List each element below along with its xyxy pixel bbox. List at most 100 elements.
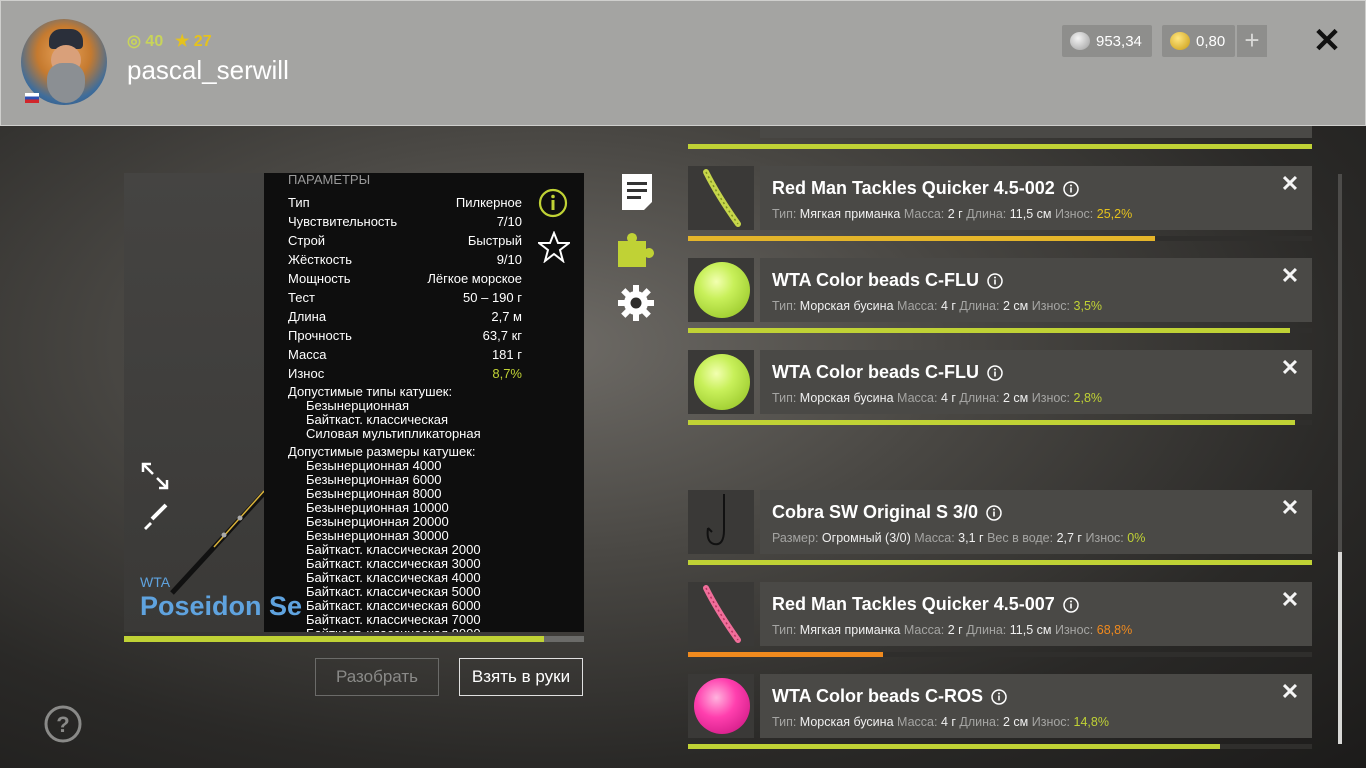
parameter-value: 63,7 кг	[482, 328, 522, 343]
property-label: Длина:	[959, 715, 1000, 729]
worm-pink-thumbnail[interactable]	[688, 582, 754, 646]
parameter-label: Тип	[288, 195, 310, 210]
expand-icon[interactable]	[140, 461, 170, 491]
bead-lime-thumbnail[interactable]	[688, 350, 754, 414]
wear-fill	[688, 560, 1312, 565]
tackle-card[interactable]: Red Man Tackles Quicker 4.5-002 Тип: Мягк…	[760, 166, 1312, 230]
bead-lime-thumbnail[interactable]	[688, 258, 754, 322]
parameter-label: Длина	[288, 309, 327, 324]
add-currency-button[interactable]: +	[1237, 25, 1267, 57]
gear-icon[interactable]	[616, 283, 656, 323]
wear-value: 14,8%	[1073, 715, 1109, 729]
wear-bar	[688, 328, 1312, 333]
parameter-label: Масса	[288, 347, 327, 362]
tackle-item[interactable]: Red Man Tackles Quicker 4.5-007 Тип: Мягк…	[688, 582, 1312, 664]
reel-size-item: Безынерционная 4000	[306, 458, 442, 473]
tackle-item[interactable]: WTA Color beads C-FLU Тип: Морская бусина…	[688, 350, 1312, 432]
remove-icon[interactable]: ✕	[1280, 497, 1300, 519]
info-icon[interactable]	[991, 688, 1007, 705]
scrollbar-thumb[interactable]	[1338, 552, 1342, 744]
wear-fill	[688, 744, 1220, 749]
tackle-name: Red Man Tackles Quicker 4.5-002	[772, 178, 1055, 198]
document-icon[interactable]	[620, 172, 654, 212]
puzzle-icon[interactable]	[616, 229, 656, 269]
russia-flag-icon	[25, 93, 39, 103]
reel-type-item: Силовая мультипликаторная	[306, 426, 481, 441]
info-icon[interactable]	[987, 272, 1003, 289]
tackle-name-row: Red Man Tackles Quicker 4.5-002	[772, 178, 1079, 199]
tackle-card[interactable]: WTA Color beads C-ROS Тип: Морская бусина…	[760, 674, 1312, 738]
wear-value: 68,8%	[1096, 623, 1133, 637]
remove-icon[interactable]: ✕	[1280, 357, 1300, 379]
player-rank: ★ 27	[175, 31, 212, 51]
gold-value: 0,80	[1196, 32, 1226, 50]
property-value: 11,5 см	[1009, 207, 1052, 221]
help-icon[interactable]: ?	[44, 705, 82, 743]
bead-pink-thumbnail[interactable]	[688, 674, 754, 738]
paint-brush-icon[interactable]	[140, 501, 170, 531]
parameter-rows: Тип Пилкерное Чувствительность 7/10 Строй Быс…	[288, 193, 522, 383]
tackle-card[interactable]: Cobra SW Original S 3/0 Размер: Огромный …	[760, 490, 1312, 554]
remove-icon[interactable]: ✕	[1280, 265, 1300, 287]
tackle-name: WTA Color beads C-FLU	[772, 362, 979, 382]
tackle-name-row: WTA Color beads C-FLU	[772, 270, 1003, 291]
wear-label: Износ:	[1085, 531, 1124, 545]
rod-name: Poseidon Se	[140, 591, 303, 621]
take-in-hands-button[interactable]: Взять в руки	[459, 658, 583, 696]
reel-size-item: Байткаст. классическая 6000	[306, 598, 481, 613]
property-label: Длина:	[959, 391, 1000, 405]
worm-green-thumbnail[interactable]	[688, 166, 754, 230]
disassemble-button[interactable]: Разобрать	[315, 658, 439, 696]
hook-thumbnail[interactable]	[688, 490, 754, 554]
favorite-star-icon[interactable]	[536, 230, 572, 264]
tackle-card[interactable]: Red Man Tackles Quicker 4.5-007 Тип: Мягк…	[760, 582, 1312, 646]
reel-size-item: Байткаст. классическая 4000	[306, 570, 481, 585]
close-icon[interactable]: ✕	[1309, 23, 1345, 59]
rank-value: 27	[193, 33, 212, 50]
tackle-card[interactable]: WTA Color beads C-FLU Тип: Морская бусина…	[760, 258, 1312, 322]
remove-icon[interactable]: ✕	[1280, 173, 1300, 195]
tackle-name: WTA Color beads C-ROS	[772, 686, 983, 706]
tackle-card[interactable]: WTA Color beads C-FLU Тип: Морская бусина…	[760, 350, 1312, 414]
property-label: Тип:	[772, 715, 797, 729]
reel-sizes-list: Безынерционная 4000 Безынерционная 6000 Бе…	[288, 458, 522, 633]
wear-value: 2,8%	[1073, 391, 1103, 405]
gold-coin-icon	[1170, 32, 1190, 50]
info-icon[interactable]	[538, 188, 568, 218]
remove-icon[interactable]: ✕	[1280, 589, 1300, 611]
remove-icon[interactable]: ✕	[1280, 681, 1300, 703]
reel-size-item: Безынерционная 10000	[306, 500, 449, 515]
info-icon[interactable]	[986, 504, 1002, 521]
property-value: 3,1 г	[958, 531, 984, 545]
tackle-name-row: Red Man Tackles Quicker 4.5-007	[772, 594, 1079, 615]
wear-label: Износ:	[1031, 299, 1071, 313]
list-top-partial	[688, 126, 1312, 152]
scrollbar[interactable]	[1338, 174, 1342, 744]
parameter-value: Пилкерное	[455, 195, 522, 210]
property-label: Тип:	[772, 207, 797, 221]
rod-brand: WTA	[140, 574, 171, 590]
reel-type-item: Байткаст. классическая	[306, 412, 449, 427]
reel-size-item: Безынерционная 30000	[306, 528, 449, 543]
info-icon[interactable]	[1063, 596, 1079, 613]
level-value: 40	[145, 33, 164, 50]
tackle-name-row: WTA Color beads C-FLU	[772, 362, 1003, 383]
tackle-properties: Размер: Огромный (3/0) Масса: 3,1 г Вес …	[772, 531, 1145, 545]
info-icon[interactable]	[987, 364, 1003, 381]
wear-label: Износ:	[1031, 715, 1071, 729]
property-label: Вес в воде:	[987, 531, 1054, 545]
bead-image	[694, 354, 750, 410]
tackle-item[interactable]: WTA Color beads C-ROS Тип: Морская бусина…	[688, 674, 1312, 756]
parameter-row: Длина 2,7 м	[288, 307, 522, 326]
level-icon: ◎	[127, 33, 141, 50]
wear-value: 3,5%	[1073, 299, 1103, 313]
info-icon[interactable]	[1063, 180, 1079, 197]
tackle-item[interactable]: Cobra SW Original S 3/0 Размер: Огромный …	[688, 490, 1312, 572]
player-level: ◎ 40	[127, 31, 163, 51]
reel-type-item: Безынерционная	[306, 398, 409, 413]
wear-bar	[688, 236, 1312, 241]
reel-size-item: Байткаст. классическая 2000	[306, 542, 481, 557]
property-label: Длина:	[966, 623, 1007, 637]
tackle-item[interactable]: Red Man Tackles Quicker 4.5-002 Тип: Мягк…	[688, 166, 1312, 248]
tackle-item[interactable]: WTA Color beads C-FLU Тип: Морская бусина…	[688, 258, 1312, 340]
